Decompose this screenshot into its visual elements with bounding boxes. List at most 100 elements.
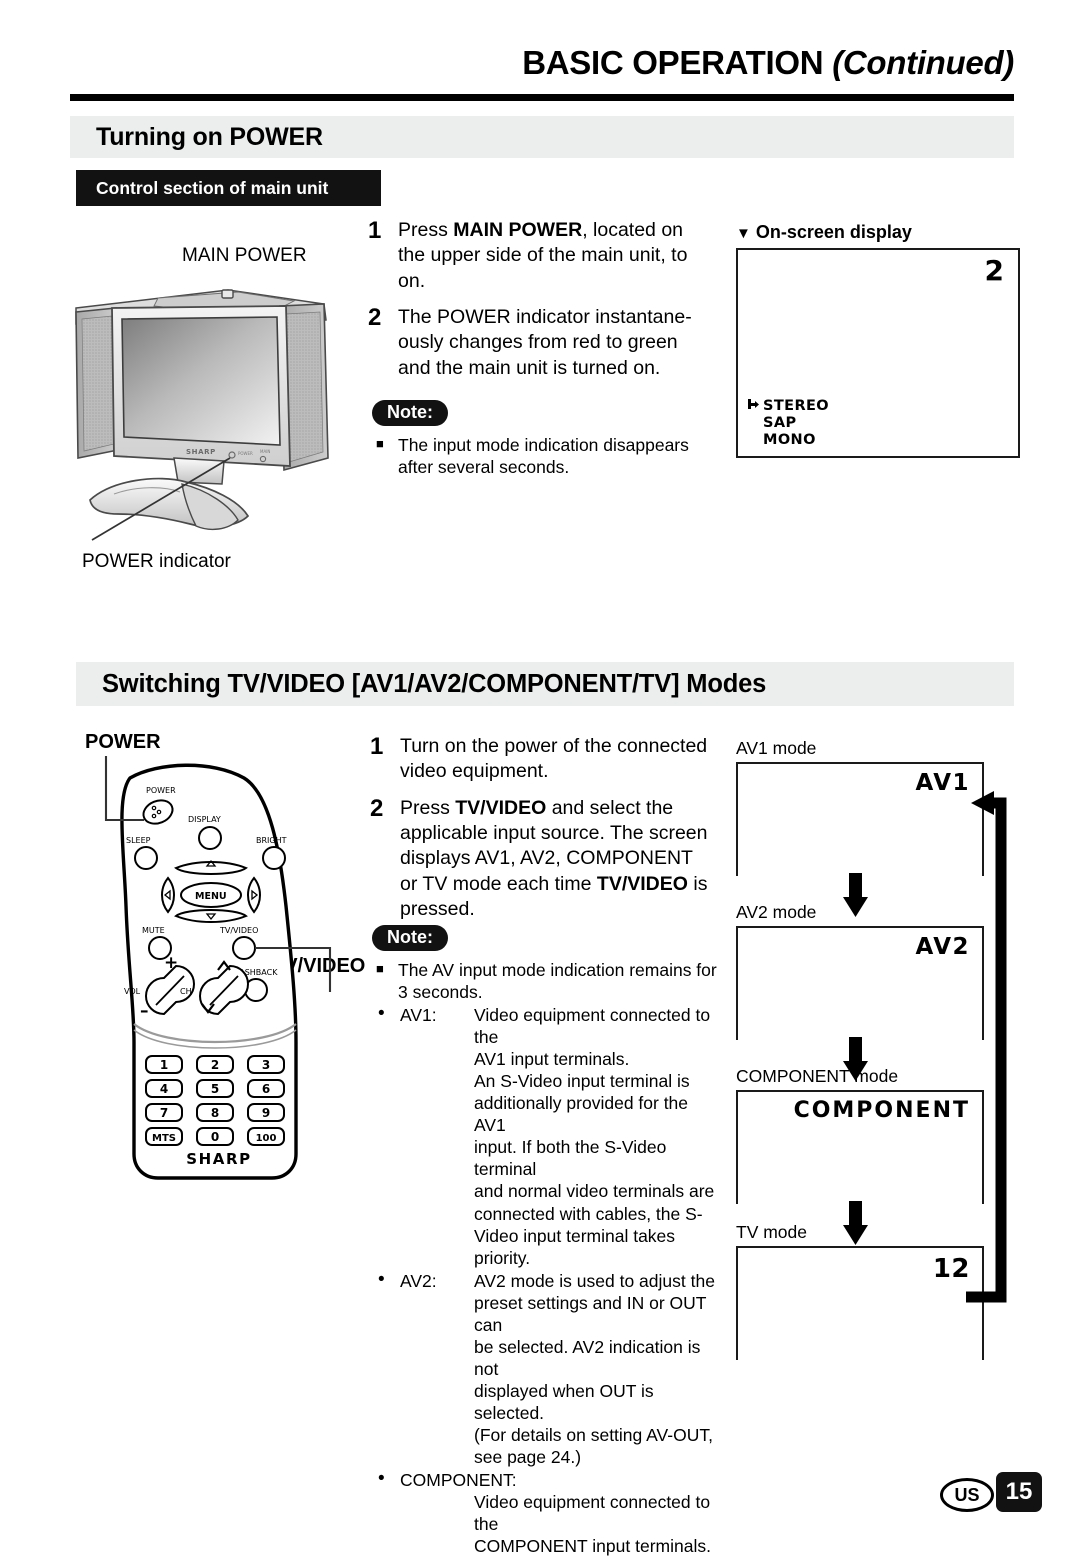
subsection-tag-control-section: Control section of main unit bbox=[76, 170, 381, 206]
bullet-line: Video equipment connected to the bbox=[474, 1005, 711, 1048]
svg-text:9: 9 bbox=[262, 1106, 270, 1120]
svg-text:7: 7 bbox=[160, 1106, 168, 1120]
svg-text:MENU: MENU bbox=[195, 891, 227, 902]
svg-text:POWER: POWER bbox=[238, 451, 253, 456]
arrow-down-icon bbox=[843, 1037, 868, 1081]
bullet-first-line: AV1: Video equipment connected to the bbox=[400, 1004, 722, 1048]
svg-text:MTS: MTS bbox=[152, 1133, 176, 1144]
svg-text:SHARP: SHARP bbox=[186, 448, 216, 456]
step-item: 2 The POWER indicator instantane-ously c… bbox=[368, 305, 708, 381]
step-number: 2 bbox=[368, 304, 382, 332]
osd-audio-sap: SAP bbox=[763, 414, 797, 431]
bullet-line: (For details on setting AV-OUT, bbox=[474, 1424, 713, 1445]
step-text-bold-a: TV/VIDEO bbox=[455, 796, 547, 819]
section2-steps: 1 Turn on the power of the connected vid… bbox=[370, 734, 715, 933]
note-item-text: COMPONENT: Video equipment connected to … bbox=[400, 1469, 722, 1557]
svg-text:1: 1 bbox=[160, 1058, 168, 1072]
svg-text:SLEEP: SLEEP bbox=[126, 836, 151, 845]
svg-text:CH: CH bbox=[180, 987, 192, 996]
manual-page: BASIC OPERATION (Continued) Turning on P… bbox=[0, 0, 1080, 1556]
pointer-hand-icon bbox=[747, 398, 763, 415]
svg-text:2: 2 bbox=[211, 1058, 219, 1072]
step-text: Press TV/VIDEO and select the applicable… bbox=[400, 796, 715, 923]
bullet-line: see page 24.) bbox=[474, 1447, 582, 1468]
page-number: 15 bbox=[996, 1472, 1042, 1512]
osd-audio-mono: MONO bbox=[763, 431, 816, 448]
step-text: Press MAIN POWER, located on the upper s… bbox=[398, 218, 708, 294]
section1-note: Note: ■ The input mode indication disapp… bbox=[372, 400, 717, 479]
bullet-line: be selected. AV2 indication is not bbox=[474, 1336, 701, 1379]
bullet-label: AV1: bbox=[400, 1005, 437, 1026]
note-list-item: • AV2: AV2 mode is used to adjust the pr… bbox=[372, 1269, 722, 1468]
page-title-continued: (Continued) bbox=[832, 44, 1014, 81]
step-text: Turn on the power of the connected video… bbox=[400, 735, 708, 783]
bullet-line: Video input terminal takes priority. bbox=[474, 1225, 676, 1268]
step-text-a: Press bbox=[400, 796, 456, 819]
pointer-hand-glyph bbox=[748, 398, 759, 409]
bullet-line: COMPONENT input terminals. bbox=[474, 1536, 711, 1557]
section1-steps: 1 Press MAIN POWER, located on the upper… bbox=[368, 218, 708, 392]
bullet-line: additionally provided for the AV1 bbox=[474, 1093, 689, 1136]
step-item: 2 Press TV/VIDEO and select the applicab… bbox=[370, 796, 715, 923]
note-list: ■ The AV input mode indication remains f… bbox=[372, 959, 722, 1557]
note-list-item: ■ The AV input mode indication remains f… bbox=[372, 959, 722, 1003]
osd-caption: ▼ On-screen display bbox=[736, 222, 912, 243]
svg-text:0: 0 bbox=[211, 1130, 219, 1144]
step-text: The POWER indicator instantane-ously cha… bbox=[398, 306, 692, 379]
page-title: BASIC OPERATION (Continued) bbox=[70, 44, 1014, 82]
note-item-text: The AV input mode indication remains for… bbox=[398, 960, 717, 1003]
note-badge: Note: bbox=[372, 400, 448, 426]
note-badge: Note: bbox=[372, 925, 448, 951]
arrow-down-icon bbox=[843, 873, 868, 917]
bullet-label: COMPONENT: bbox=[400, 1470, 517, 1491]
square-bullet-icon: ■ bbox=[376, 436, 384, 451]
bullet-line: displayed when OUT is selected. bbox=[474, 1380, 654, 1423]
square-bullet-icon: ■ bbox=[376, 961, 384, 976]
section-heading-turning-on-power: Turning on POWER bbox=[70, 116, 1014, 158]
osd-screen: 2 STEREO SAP MONO bbox=[736, 248, 1020, 458]
osd-channel-number: 2 bbox=[984, 254, 1004, 287]
note-list-item: ■ The input mode indication disappears a… bbox=[372, 434, 717, 478]
loop-arrow-icon bbox=[966, 791, 1007, 1303]
svg-text:MAIN: MAIN bbox=[260, 449, 270, 454]
remote-control-illustration: POWER DISPLAY SLEEP BRIGHT MENU MUTE TV/ bbox=[104, 756, 332, 1180]
step-text-pre: Press bbox=[398, 219, 454, 241]
bullet-line: input. If both the S-Video terminal bbox=[474, 1137, 667, 1180]
arrow-down-icon bbox=[843, 1201, 868, 1245]
bullet-line: AV1 input terminals. bbox=[474, 1049, 630, 1070]
svg-text:SHARP: SHARP bbox=[186, 1150, 252, 1168]
subsection-tag-text: Control section of main unit bbox=[96, 177, 329, 198]
round-bullet-icon: • bbox=[378, 1468, 385, 1490]
bullet-line: Video equipment connected to the bbox=[474, 1492, 711, 1535]
svg-text:VOL: VOL bbox=[124, 987, 141, 996]
bullet-line: An S-Video input terminal is bbox=[474, 1071, 690, 1092]
step-number: 2 bbox=[370, 794, 384, 822]
bullet-line: connected with cables, the S- bbox=[474, 1203, 703, 1224]
bullet-first-line: AV2: AV2 mode is used to adjust the bbox=[400, 1270, 722, 1292]
osd-caption-text: On-screen display bbox=[755, 222, 912, 242]
section1-heading-text: Turning on POWER bbox=[96, 122, 323, 151]
page-title-main: BASIC OPERATION bbox=[522, 44, 824, 81]
svg-text:POWER: POWER bbox=[146, 786, 176, 795]
note-list: ■ The input mode indication disappears a… bbox=[372, 434, 717, 478]
osd-audio-stereo: STEREO bbox=[763, 397, 830, 414]
step-item: 1 Turn on the power of the connected vid… bbox=[370, 734, 715, 785]
svg-text:3: 3 bbox=[262, 1058, 270, 1072]
mode-cycle-arrows bbox=[843, 791, 1007, 1303]
step-text-bold-b: TV/VIDEO bbox=[596, 872, 688, 895]
step-number: 1 bbox=[368, 217, 382, 244]
step-item: 1 Press MAIN POWER, located on the upper… bbox=[368, 218, 708, 294]
svg-text:100: 100 bbox=[256, 1133, 277, 1144]
bullet-label: AV2: bbox=[400, 1270, 437, 1291]
round-bullet-icon: • bbox=[378, 1003, 385, 1025]
region-badge: US bbox=[940, 1478, 994, 1512]
bullet-line: preset settings and IN or OUT can bbox=[474, 1292, 707, 1335]
svg-text:DISPLAY: DISPLAY bbox=[188, 815, 221, 824]
step-text-bold: MAIN POWER bbox=[453, 219, 583, 241]
svg-text:6: 6 bbox=[262, 1082, 270, 1096]
svg-text:MUTE: MUTE bbox=[142, 926, 165, 935]
svg-text:8: 8 bbox=[211, 1106, 219, 1120]
note-item-text: The input mode indication disappears aft… bbox=[398, 435, 689, 478]
bullet-first-line: COMPONENT: bbox=[400, 1469, 722, 1491]
osd-audio-indicators: STEREO SAP MONO bbox=[747, 398, 829, 449]
